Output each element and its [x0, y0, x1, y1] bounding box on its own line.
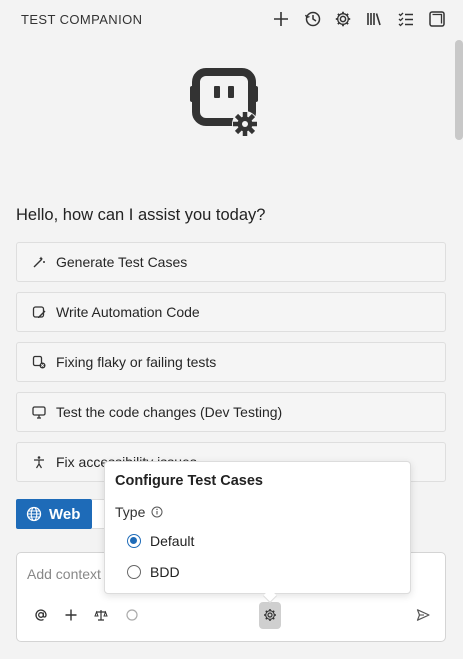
radio-default[interactable]: Default: [127, 533, 194, 549]
plus-icon[interactable]: [61, 605, 81, 625]
suggestion-label: Test the code changes (Dev Testing): [56, 404, 283, 420]
suggestion-fixing-flaky-tests[interactable]: Fixing flaky or failing tests: [16, 342, 446, 382]
radio-bdd[interactable]: BDD: [127, 564, 180, 580]
suggestion-generate-test-cases[interactable]: Generate Test Cases: [16, 242, 446, 282]
checklist-icon[interactable]: [396, 9, 416, 29]
radio-bdd-control[interactable]: [127, 565, 141, 579]
info-icon[interactable]: [151, 506, 163, 518]
plus-icon[interactable]: [271, 9, 291, 29]
configure-test-cases-popover: Configure Test Cases Type Default BDD: [104, 461, 411, 604]
panel-title: TEST COMPANION: [21, 12, 143, 27]
bug-fix-icon: [31, 354, 47, 370]
popover-title: Configure Test Cases: [115, 473, 263, 489]
type-label: Type: [115, 504, 146, 520]
code-edit-icon: [31, 304, 47, 320]
suggestion-label: Fixing flaky or failing tests: [56, 354, 217, 370]
type-field-label: Type: [115, 504, 163, 520]
header-bar: TEST COMPANION: [0, 0, 463, 38]
scale-icon[interactable]: [91, 605, 111, 625]
accessibility-icon: [31, 454, 47, 470]
library-icon[interactable]: [364, 9, 384, 29]
panel-icon[interactable]: [427, 9, 447, 29]
radio-default-label: Default: [150, 533, 195, 549]
greeting-text: Hello, how can I assist you today?: [16, 206, 266, 224]
suggestion-write-automation-code[interactable]: Write Automation Code: [16, 292, 446, 332]
suggestion-label: Write Automation Code: [56, 304, 200, 320]
circle-icon[interactable]: [122, 605, 142, 625]
radio-default-control[interactable]: [127, 534, 141, 548]
robot-gear-icon: [188, 66, 268, 142]
gear-icon[interactable]: [333, 9, 353, 29]
scrollbar[interactable]: [455, 40, 463, 140]
magic-wand-icon: [31, 254, 47, 270]
send-icon[interactable]: [413, 605, 433, 625]
history-icon[interactable]: [303, 9, 323, 29]
web-toggle-label: Web: [49, 505, 81, 523]
web-toggle-button[interactable]: Web: [16, 499, 92, 529]
suggestion-dev-testing[interactable]: Test the code changes (Dev Testing): [16, 392, 446, 432]
gear-icon[interactable]: [260, 605, 280, 625]
suggestion-label: Generate Test Cases: [56, 254, 188, 270]
at-icon[interactable]: [31, 605, 51, 625]
radio-bdd-label: BDD: [150, 564, 180, 580]
globe-icon: [26, 506, 42, 522]
screen-check-icon: [31, 404, 47, 420]
